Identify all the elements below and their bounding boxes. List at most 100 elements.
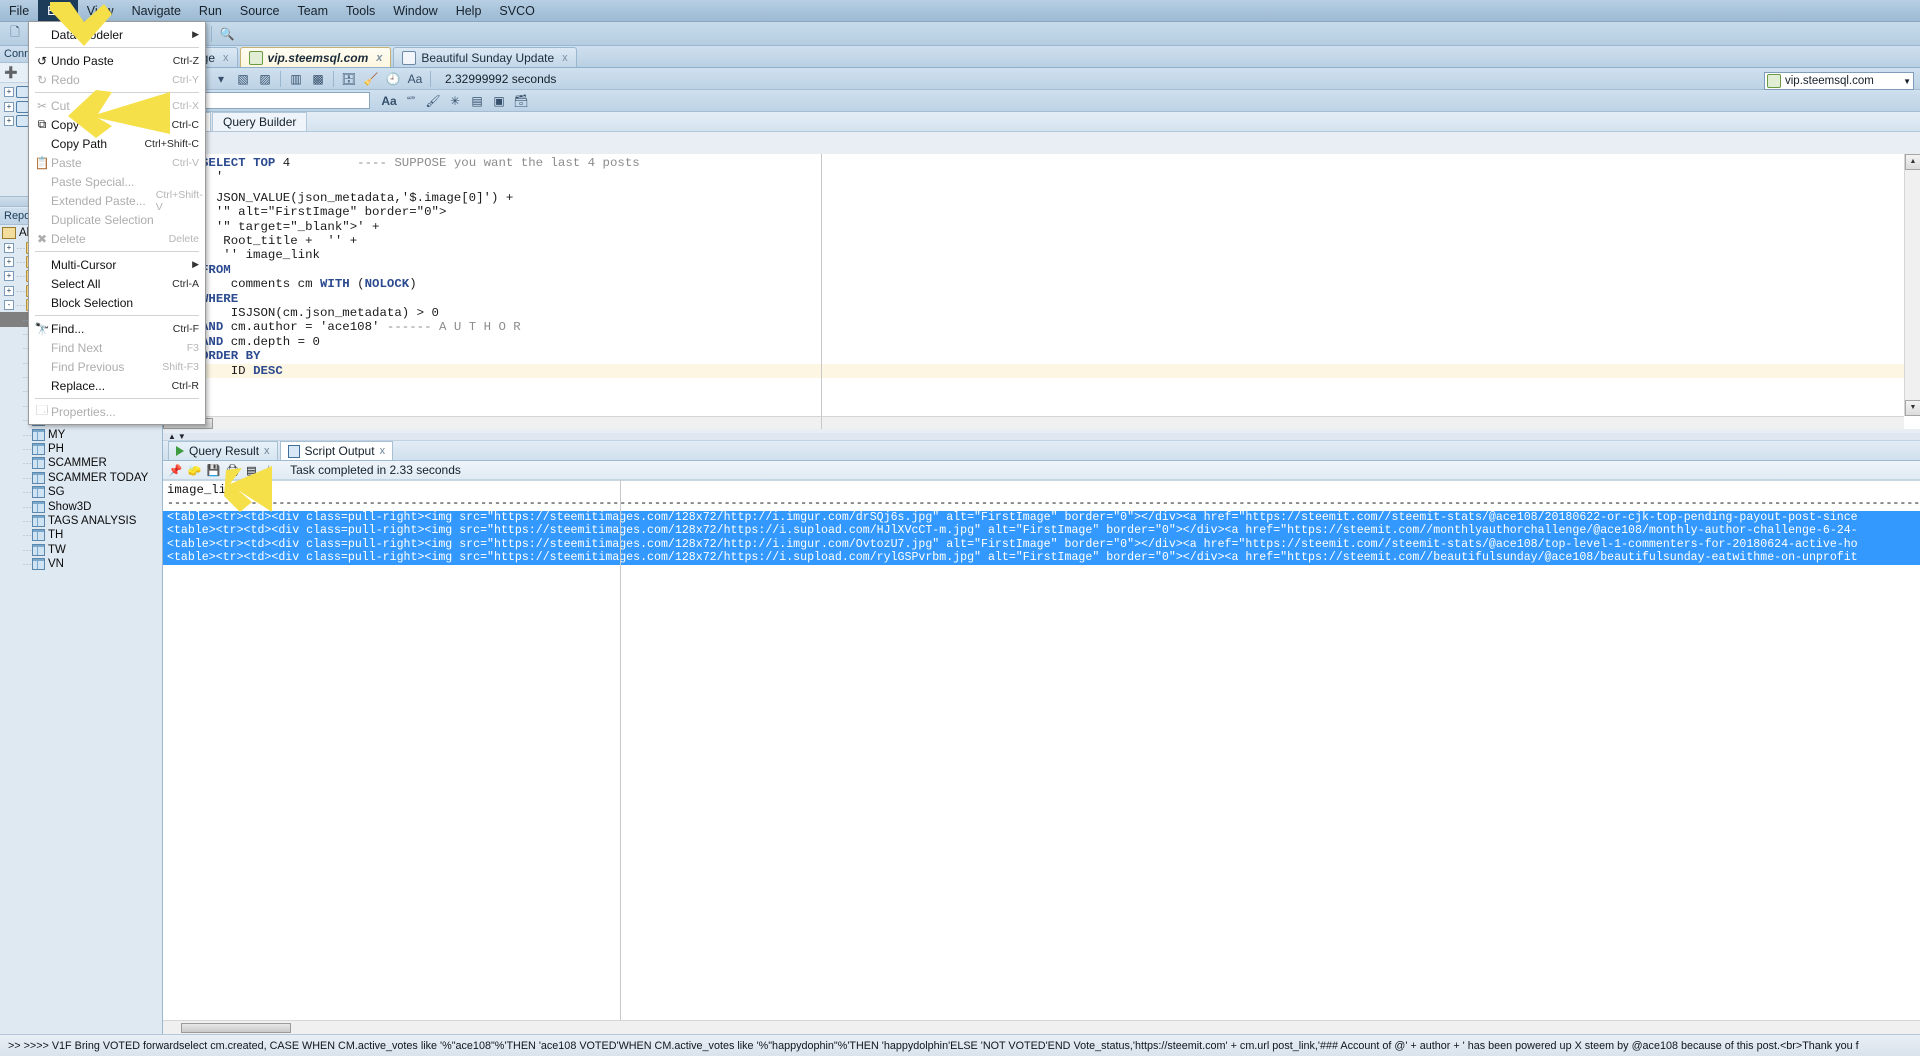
- editor-vertical-split[interactable]: [821, 154, 822, 429]
- explain-plan-icon[interactable]: ▧: [233, 69, 253, 89]
- result-tab[interactable]: Query Resultx: [168, 441, 278, 460]
- script-output-icon[interactable]: ▤: [244, 463, 259, 478]
- chevron-down-icon[interactable]: ▼: [1903, 77, 1911, 86]
- code-line[interactable]: comments cm WITH (NOLOCK): [201, 277, 1920, 291]
- scroll-down-arrow-icon[interactable]: ▼: [1905, 400, 1920, 416]
- edit-menu-item-replace[interactable]: Replace...Ctrl-R: [29, 376, 205, 395]
- expand-toggle-icon[interactable]: +: [4, 271, 14, 281]
- rollback-icon[interactable]: ▩: [308, 69, 328, 89]
- tree-row-table[interactable]: ···SCAMMER: [0, 456, 162, 470]
- export-icon[interactable]: ▣: [489, 91, 509, 111]
- menubar-item-svco[interactable]: SVCO: [490, 0, 543, 22]
- unshared-sql-icon[interactable]: 🗄: [339, 69, 359, 89]
- editor-tab[interactable]: Beautiful Sunday Updatex: [393, 47, 576, 67]
- database-export-icon[interactable]: 🗃: [511, 91, 531, 111]
- collapse-down-icon[interactable]: ▼: [178, 433, 186, 441]
- tree-row-table[interactable]: ···TAGS ANALYSIS: [0, 514, 162, 528]
- collapse-up-icon[interactable]: ▲: [168, 433, 176, 441]
- edit-menu-item-copy[interactable]: ⧉CopyCtrl-C: [29, 115, 205, 134]
- close-icon[interactable]: x: [380, 445, 386, 457]
- clear-output-icon[interactable]: 🧽: [187, 463, 202, 478]
- code-line[interactable]: '" alt="FirstImage" border="0">: [201, 205, 1920, 219]
- edit-menu-item-find[interactable]: 🔭Find...Ctrl-F: [29, 319, 205, 338]
- edit-menu-item-multi-cursor[interactable]: Multi-Cursor▶: [29, 255, 205, 274]
- close-icon[interactable]: x: [223, 52, 229, 64]
- expand-toggle-icon[interactable]: +: [4, 87, 14, 97]
- font-size-icon[interactable]: Aa: [379, 91, 399, 111]
- menubar-item-help[interactable]: Help: [447, 0, 491, 22]
- new-file-icon[interactable]: 🗋: [5, 24, 25, 44]
- script-output-body[interactable]: image_link -----------------------------…: [163, 480, 1920, 1020]
- result-tab[interactable]: Script Outputx: [280, 441, 394, 460]
- find-icon[interactable]: 🔍: [217, 24, 237, 44]
- output-row[interactable]: <table><tr><td><div class=pull-right><im…: [163, 538, 1920, 552]
- edit-menu-item-copy-path[interactable]: Copy PathCtrl+Shift-C: [29, 134, 205, 153]
- autotrace-icon[interactable]: ▨: [255, 69, 275, 89]
- tree-row-table[interactable]: ···PH: [0, 442, 162, 456]
- code-text[interactable]: SELECT TOP 4 ---- SUPPOSE you want the l…: [201, 154, 1920, 429]
- expand-toggle-icon[interactable]: -: [4, 300, 14, 310]
- edit-menu-item-select-all[interactable]: Select AllCtrl-A: [29, 274, 205, 293]
- menubar-item-navigate[interactable]: Navigate: [123, 0, 190, 22]
- edit-menu-item-undo-paste[interactable]: ↺Undo PasteCtrl-Z: [29, 51, 205, 70]
- clear-icon[interactable]: 🧹: [361, 69, 381, 89]
- expand-toggle-icon[interactable]: +: [4, 257, 14, 267]
- editor-tab[interactable]: vip.steemsql.comx: [240, 47, 392, 67]
- code-line[interactable]: '" target="_blank">' +: [201, 220, 1920, 234]
- expand-toggle-icon[interactable]: +: [4, 116, 14, 126]
- menubar-item-edit[interactable]: Edit: [38, 0, 78, 22]
- menubar-item-tools[interactable]: Tools: [337, 0, 384, 22]
- print-icon[interactable]: 🖨: [225, 463, 240, 478]
- code-line[interactable]: JSON_VALUE(json_metadata,'$.image[0]') +: [201, 191, 1920, 205]
- add-connection-icon[interactable]: ➕: [3, 65, 19, 81]
- commit-icon[interactable]: ▥: [286, 69, 306, 89]
- quote-icon[interactable]: “”: [401, 91, 421, 111]
- worksheet-tab[interactable]: Query Builder: [212, 112, 307, 131]
- code-line[interactable]: ORDER BY: [201, 349, 1920, 363]
- close-icon[interactable]: x: [264, 445, 270, 457]
- editor-horizontal-scrollbar[interactable]: [163, 416, 1904, 429]
- menubar-item-file[interactable]: File: [0, 0, 38, 22]
- code-line[interactable]: ': [201, 170, 1920, 190]
- close-icon[interactable]: x: [562, 52, 568, 64]
- code-line[interactable]: ID DESC: [201, 364, 1920, 378]
- sparkle-icon[interactable]: ✳: [445, 91, 465, 111]
- close-icon[interactable]: x: [376, 52, 382, 64]
- code-line[interactable]: '' image_link: [201, 248, 1920, 262]
- menubar-item-team[interactable]: Team: [288, 0, 337, 22]
- tree-row-table[interactable]: ···SCAMMER TODAY: [0, 471, 162, 485]
- format-text-icon[interactable]: Aa: [405, 69, 425, 89]
- editor-vertical-scrollbar[interactable]: ▲ ▼: [1904, 154, 1920, 416]
- scroll-up-arrow-icon[interactable]: ▲: [1905, 154, 1920, 170]
- tree-row-table[interactable]: ···SG: [0, 485, 162, 499]
- expand-toggle-icon[interactable]: +: [4, 243, 14, 253]
- code-line[interactable]: ISJSON(cm.json_metadata) > 0: [201, 306, 1920, 320]
- output-row[interactable]: <table><tr><td><div class=pull-right><im…: [163, 524, 1920, 538]
- output-rows[interactable]: <table><tr><td><div class=pull-right><im…: [163, 511, 1920, 565]
- output-horizontal-scrollbar[interactable]: [163, 1020, 1920, 1034]
- menubar-item-run[interactable]: Run: [190, 0, 231, 22]
- code-line[interactable]: SELECT TOP 4 ---- SUPPOSE you want the l…: [201, 156, 1920, 170]
- code-line[interactable]: AND cm.depth = 0: [201, 335, 1920, 349]
- tree-row-table[interactable]: ···TW: [0, 543, 162, 557]
- code-line[interactable]: WHERE: [201, 292, 1920, 306]
- code-line[interactable]: FROM: [201, 263, 1920, 277]
- output-row[interactable]: <table><tr><td><div class=pull-right><im…: [163, 551, 1920, 565]
- indent-icon[interactable]: ▤: [467, 91, 487, 111]
- edit-menu-popup[interactable]: Data Modeler▶↺Undo PasteCtrl-Z↻RedoCtrl-…: [28, 21, 206, 425]
- expand-toggle-icon[interactable]: +: [4, 102, 14, 112]
- scrollbar-thumb[interactable]: [181, 1023, 291, 1033]
- tree-row-table[interactable]: ···MY: [0, 427, 162, 441]
- connection-selector[interactable]: vip.steemsql.com ▼: [1764, 72, 1914, 90]
- save-output-icon[interactable]: 💾: [206, 463, 221, 478]
- highlighter-icon[interactable]: 🖌: [423, 91, 443, 111]
- menubar-item-view[interactable]: View: [78, 0, 123, 22]
- panel-collapse-controls[interactable]: ▲ ▼: [163, 433, 1920, 441]
- output-row[interactable]: <table><tr><td><div class=pull-right><im…: [163, 511, 1920, 525]
- sql-history-icon[interactable]: 🕘: [383, 69, 403, 89]
- code-line[interactable]: AND cm.author = 'ace108' ------ A U T H …: [201, 320, 1920, 334]
- menubar-item-source[interactable]: Source: [231, 0, 289, 22]
- tree-row-table[interactable]: ···VN: [0, 557, 162, 571]
- dropdown-arrow-icon[interactable]: ▾: [211, 69, 231, 89]
- tree-row-table[interactable]: ···TH: [0, 528, 162, 542]
